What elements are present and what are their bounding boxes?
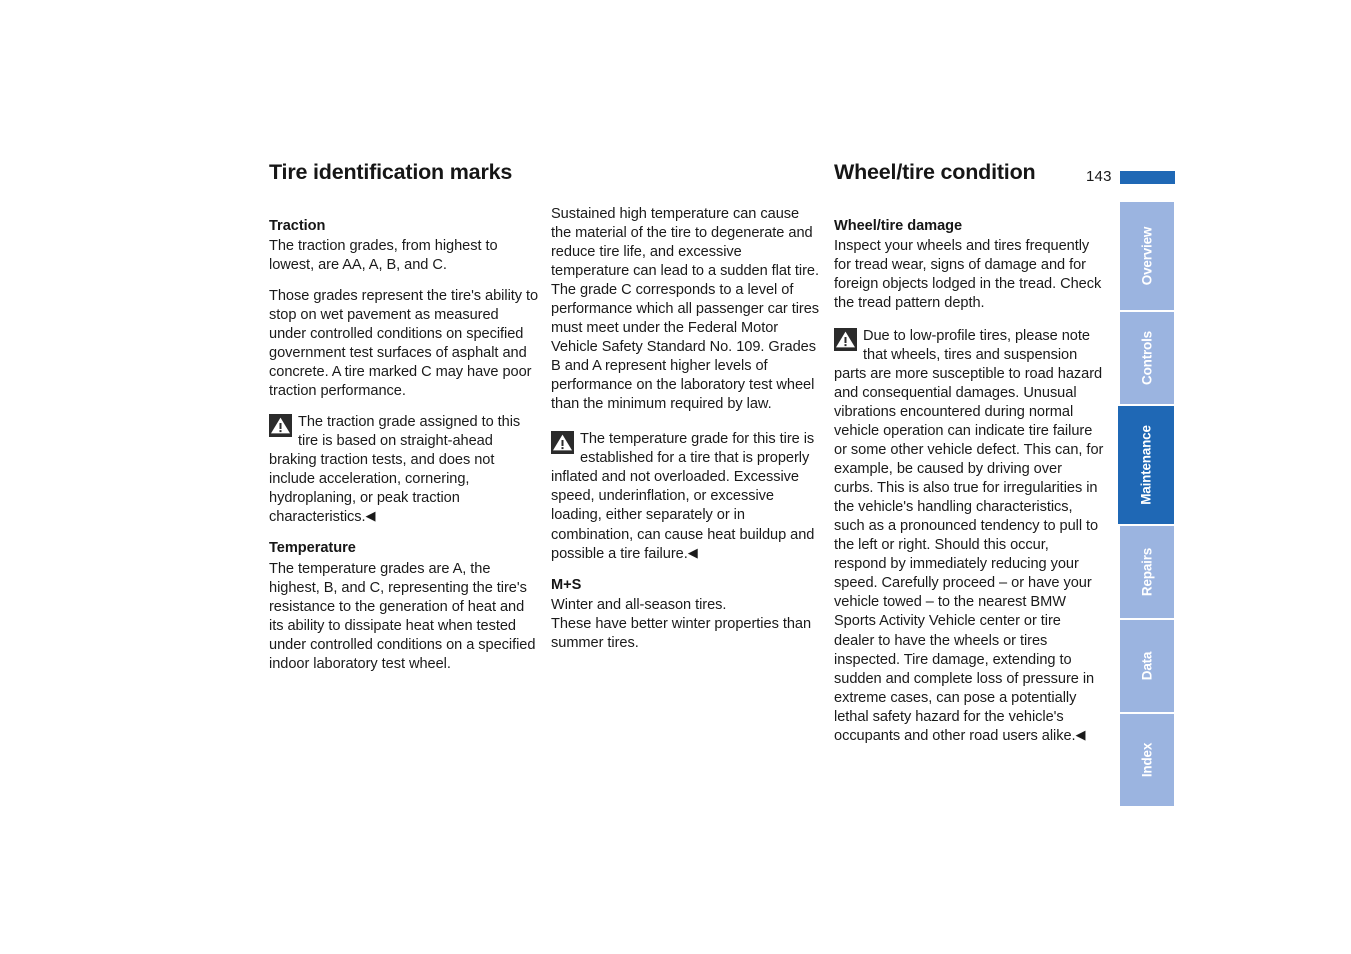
tab-overview[interactable]: Overview <box>1120 202 1174 310</box>
column-one: Tire identification marks Traction The t… <box>269 160 539 686</box>
warning-note-wheel-damage: Due to low-profile tires, please note th… <box>834 327 1104 746</box>
section-tab-strip: Overview Controls Maintenance Repairs Da… <box>1118 202 1176 808</box>
tab-label: Data <box>1139 651 1155 681</box>
tab-data[interactable]: Data <box>1120 620 1174 712</box>
warning-note-temperature: The temperature grade for this tire is e… <box>551 430 821 563</box>
tab-repairs[interactable]: Repairs <box>1120 526 1174 618</box>
warning-triangle-icon <box>834 328 857 352</box>
section-heading-ms: M+S <box>551 576 582 593</box>
tab-label: Index <box>1139 742 1155 778</box>
tab-label: Controls <box>1139 331 1155 385</box>
column-three: Wheel/tire condition Wheel/tire damage I… <box>834 160 1104 758</box>
paragraph: The temperature grades are A, the highes… <box>269 560 536 672</box>
warning-note-traction: The traction grade assigned to this tire… <box>269 413 539 527</box>
tab-index[interactable]: Index <box>1120 714 1174 806</box>
page-title-right: Wheel/tire condition <box>834 160 1036 184</box>
paragraph: Sustained high temperature can cause the… <box>551 206 820 413</box>
column-two: Sustained high temperature can cause the… <box>551 161 821 665</box>
warning-end-marker: ◀ <box>1075 726 1086 742</box>
paragraph: Inspect your wheels and tires frequently… <box>834 237 1102 311</box>
paragraph: Those grades represent the tire's abilit… <box>269 287 539 400</box>
section-heading-temperature: Temperature <box>269 540 356 557</box>
paragraph: These have better winter properties than… <box>551 615 812 651</box>
section-heading-wheel-tire-damage: Wheel/tire damage <box>834 217 963 234</box>
warning-end-marker: ◀ <box>365 508 376 524</box>
warning-text: The temperature grade for this tire is e… <box>551 431 815 562</box>
warning-text: The traction grade assigned to this tire… <box>269 414 521 526</box>
page-marker-bar <box>1120 171 1175 184</box>
warning-triangle-icon <box>269 414 292 438</box>
warning-text: Due to low-profile tires, please note th… <box>834 328 1104 744</box>
tab-controls[interactable]: Controls <box>1120 312 1174 404</box>
page-title-left: Tire identification marks <box>269 160 513 184</box>
manual-page: 143 Tire identification marks Traction T… <box>0 0 1351 954</box>
warning-end-marker: ◀ <box>687 544 698 560</box>
tab-label: Overview <box>1139 226 1155 286</box>
tab-label: Maintenance <box>1138 425 1154 505</box>
tab-label: Repairs <box>1139 547 1155 597</box>
section-heading-traction: Traction <box>269 217 326 234</box>
paragraph: Winter and all-season tires. <box>551 596 727 613</box>
warning-triangle-icon <box>551 431 574 455</box>
tab-maintenance[interactable]: Maintenance <box>1118 406 1174 524</box>
paragraph: The traction grades, from highest to low… <box>269 237 498 273</box>
